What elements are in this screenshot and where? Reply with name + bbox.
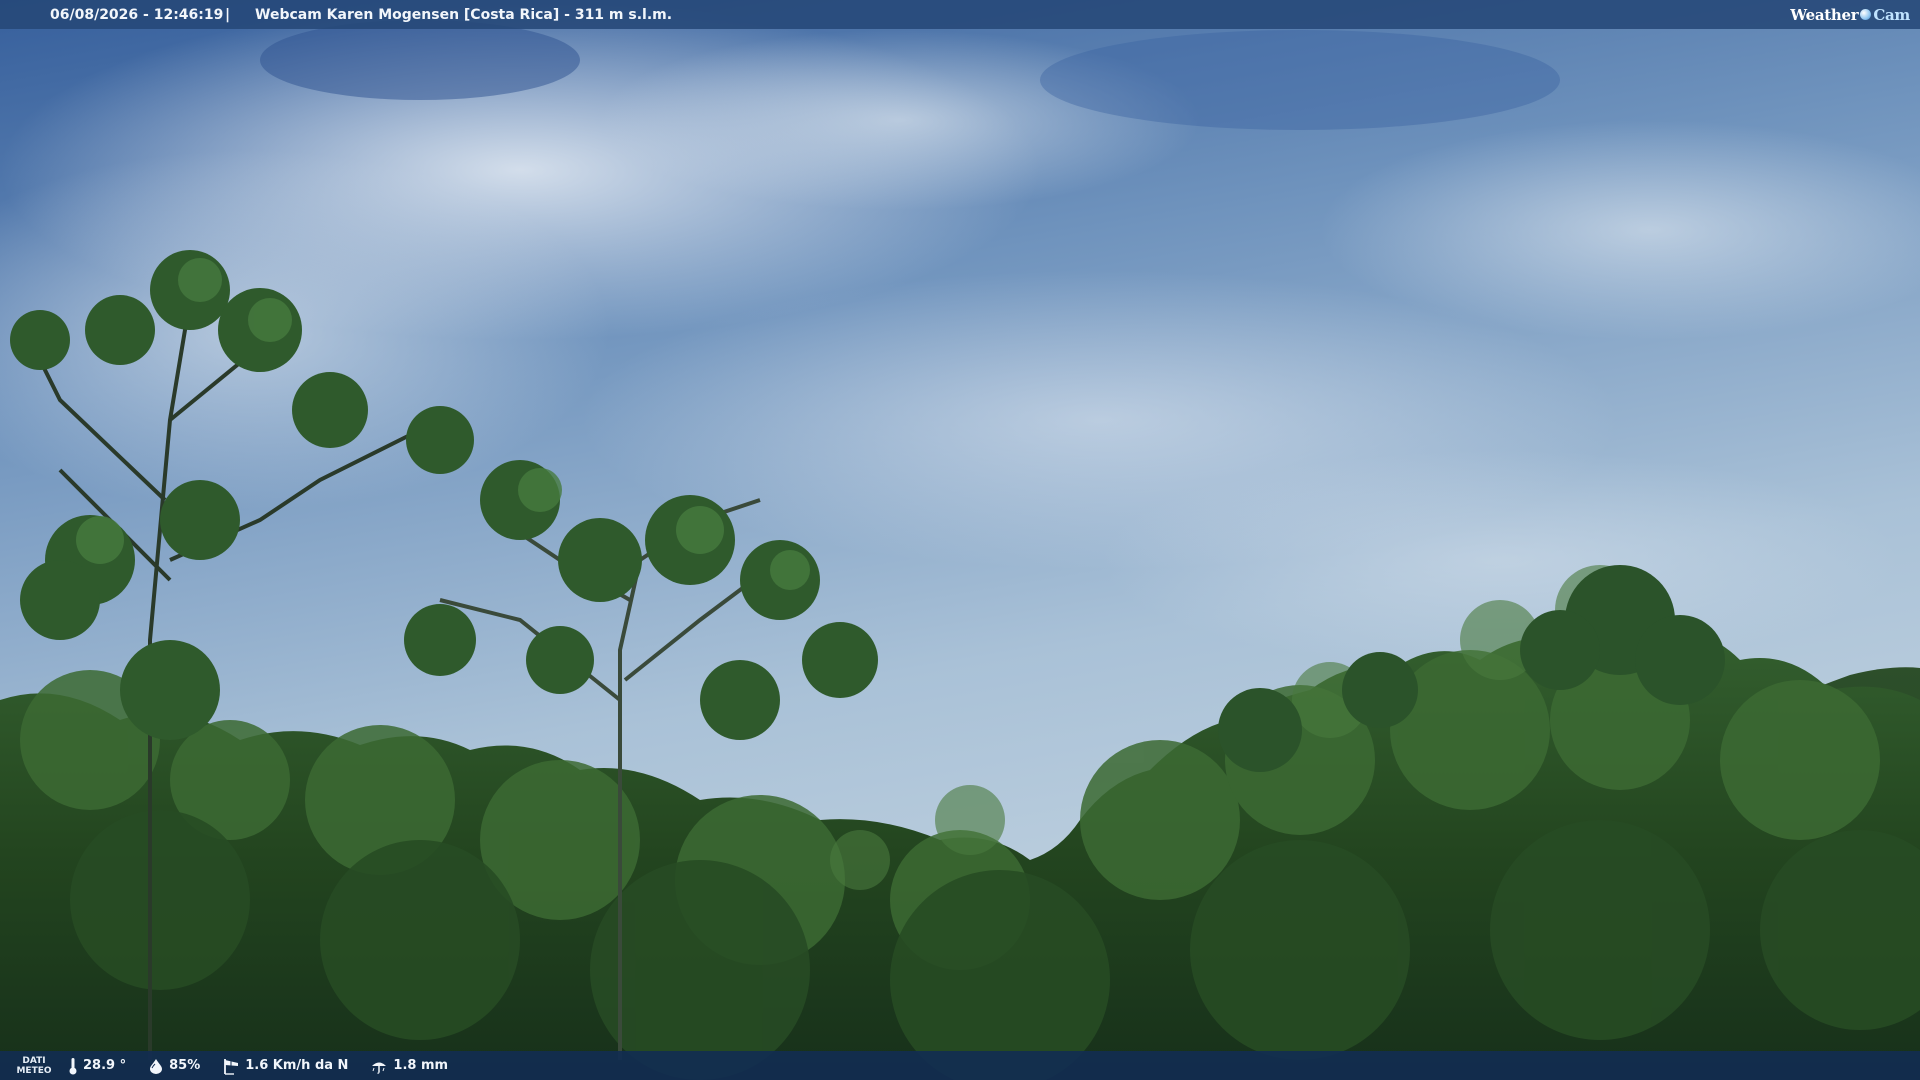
rain-icon [372,1062,387,1074]
meteo-label-line2: METEO [16,1065,52,1076]
thermometer-icon [69,1057,77,1074]
humidity-value: 85% [169,1058,201,1073]
humidity-reading: 85% [148,1058,200,1074]
meteo-label-line1: DATI [22,1055,46,1066]
webcam-image [0,0,1920,1080]
logo-text-cam: Cam [1873,5,1910,24]
droplet-icon [150,1058,163,1074]
wind-reading: 1.6 Km/h da N [222,1057,348,1075]
temperature-value: 28.9 ° [83,1058,127,1073]
meteo-bottom-bar: DATI METEO 28.9 ° 85% 1.6 Km/h da N 1.8 … [0,1051,1920,1080]
webcam-title: Webcam Karen Mogensen [Costa Rica] - 311… [255,6,673,23]
weathercam-logo: Weather Cam [1790,0,1920,29]
meteo-data-label: DATI METEO [0,1056,68,1076]
timestamp: 06/08/2026 - 12:46:19 [50,6,224,23]
windsock-icon [224,1058,239,1075]
logo-text-weather: Weather [1790,5,1859,24]
temperature-reading: 28.9 ° [68,1057,126,1075]
webcam-frame: 06/08/2026 - 12:46:19 | Webcam Karen Mog… [0,0,1920,1080]
logo-globe-icon [1860,9,1872,20]
caption-top-bar: 06/08/2026 - 12:46:19 | Webcam Karen Mog… [0,0,1920,29]
separator: | [225,6,231,23]
rain-reading: 1.8 mm [370,1058,448,1074]
wind-value: 1.6 Km/h da N [245,1058,349,1073]
rain-value: 1.8 mm [393,1058,449,1073]
